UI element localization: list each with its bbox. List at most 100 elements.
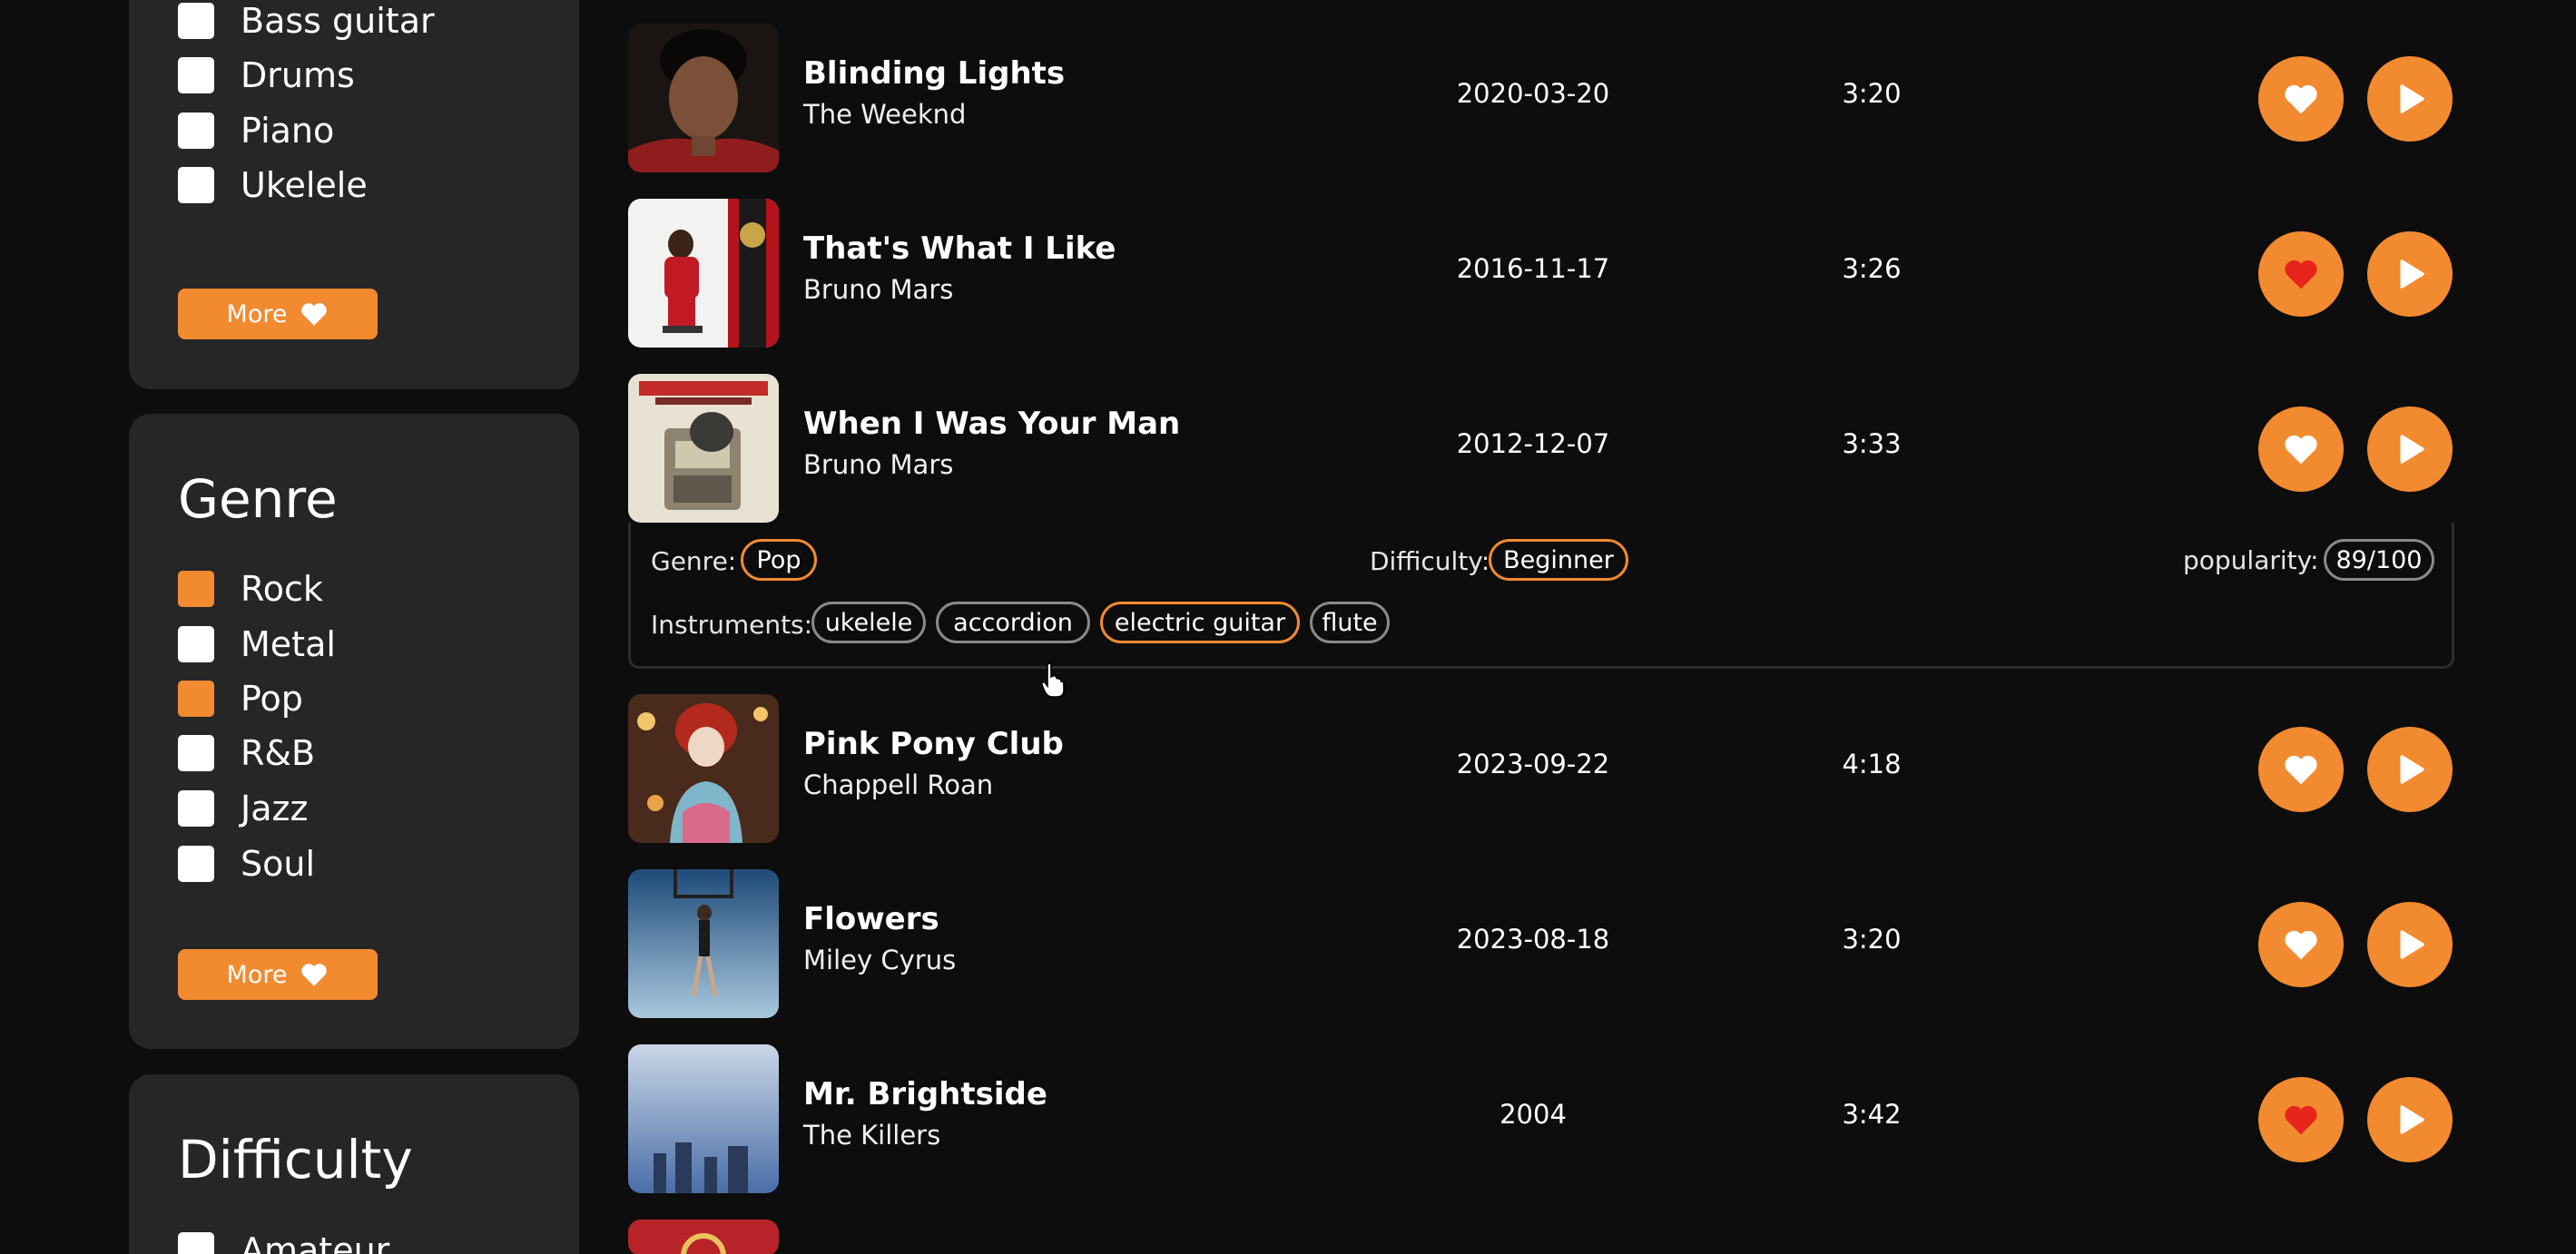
like-button[interactable] bbox=[2258, 407, 2344, 492]
heart-icon bbox=[2285, 435, 2317, 465]
song-row[interactable]: Blinding Lights The Weeknd 2020-03-20 3:… bbox=[628, 22, 2453, 174]
filter-option-bass-guitar[interactable]: Bass guitar bbox=[178, 0, 435, 48]
play-button[interactable] bbox=[2367, 1077, 2453, 1162]
popularity-value-text: 89/100 bbox=[2335, 545, 2423, 574]
instrument-tag-ukelele[interactable]: ukelele bbox=[811, 602, 926, 643]
genre-tag[interactable]: Pop bbox=[741, 539, 817, 581]
song-release-date: 2023-08-18 bbox=[1456, 924, 1610, 955]
genre-filter-panel: Genre Rock Metal Pop R&B Jazz Soul More bbox=[129, 414, 579, 1049]
album-cover bbox=[628, 1220, 779, 1254]
checkbox[interactable] bbox=[178, 1232, 214, 1254]
filter-option-label: Pop bbox=[241, 679, 303, 719]
play-button[interactable] bbox=[2367, 231, 2453, 317]
song-release-date: 2004 bbox=[1499, 1099, 1567, 1130]
filter-option-label: Piano bbox=[241, 111, 335, 151]
filter-option-soul[interactable]: Soul bbox=[178, 837, 315, 891]
filter-option-ukelele[interactable]: Ukelele bbox=[178, 158, 368, 212]
checkbox[interactable] bbox=[178, 571, 214, 607]
heart-icon bbox=[2285, 84, 2317, 114]
filter-option-drums[interactable]: Drums bbox=[178, 48, 355, 103]
song-artist[interactable]: Bruno Mars bbox=[803, 274, 953, 305]
panel-title: Difficulty bbox=[178, 1129, 413, 1190]
song-row[interactable]: When I Was Your Man Bruno Mars 2012-12-0… bbox=[628, 372, 2453, 524]
checkbox[interactable] bbox=[178, 846, 214, 882]
checkbox[interactable] bbox=[178, 3, 214, 39]
album-cover bbox=[628, 869, 779, 1018]
checkbox[interactable] bbox=[178, 790, 214, 827]
instrument-tag-text: electric guitar bbox=[1114, 608, 1286, 637]
song-release-date: 2020-03-20 bbox=[1456, 78, 1610, 109]
checkbox[interactable] bbox=[178, 626, 214, 662]
heart-icon bbox=[2285, 1105, 2317, 1135]
song-title[interactable]: Mr. Brightside bbox=[803, 1076, 1047, 1112]
play-icon bbox=[2400, 1105, 2424, 1134]
album-cover bbox=[628, 24, 779, 172]
filter-option-label: Soul bbox=[241, 844, 316, 884]
song-row[interactable]: That's What I Like Bruno Mars 2016-11-17… bbox=[628, 197, 2453, 349]
filter-option-pop[interactable]: Pop bbox=[178, 671, 303, 726]
filter-option-amateur[interactable]: Amateur bbox=[178, 1223, 389, 1254]
song-artist[interactable]: Bruno Mars bbox=[803, 449, 953, 480]
instrument-tag-text: ukelele bbox=[824, 608, 913, 637]
checkbox[interactable] bbox=[178, 681, 214, 717]
like-button[interactable] bbox=[2258, 56, 2344, 142]
difficulty-tag[interactable]: Beginner bbox=[1489, 539, 1628, 581]
play-button[interactable] bbox=[2367, 727, 2453, 812]
song-artist[interactable]: Chappell Roan bbox=[803, 769, 993, 800]
song-artist[interactable]: Miley Cyrus bbox=[803, 945, 956, 975]
like-button[interactable] bbox=[2258, 727, 2344, 812]
song-artist[interactable]: The Killers bbox=[803, 1120, 940, 1151]
checkbox[interactable] bbox=[178, 57, 214, 93]
song-release-date: 2023-09-22 bbox=[1456, 749, 1610, 779]
song-row[interactable]: Flowers Miley Cyrus 2023-08-18 3:20 bbox=[628, 867, 2453, 1020]
play-button[interactable] bbox=[2367, 902, 2453, 987]
instrument-tag-flute[interactable]: flute bbox=[1310, 602, 1390, 643]
filter-option-piano[interactable]: Piano bbox=[178, 103, 334, 158]
instrument-tag-electric-guitar[interactable]: electric guitar bbox=[1100, 602, 1300, 643]
song-duration: 3:33 bbox=[1842, 428, 1902, 459]
more-button[interactable]: More bbox=[178, 289, 378, 339]
song-title[interactable]: Flowers bbox=[803, 901, 939, 937]
album-cover bbox=[628, 694, 779, 843]
filter-option-metal[interactable]: Metal bbox=[178, 617, 336, 671]
song-title[interactable]: Pink Pony Club bbox=[803, 726, 1064, 762]
heart-icon bbox=[2285, 260, 2317, 289]
hand-cursor-icon bbox=[1040, 662, 1066, 702]
instrument-filter-panel: Bass guitar Drums Piano Ukelele More bbox=[129, 0, 579, 389]
album-cover bbox=[628, 199, 779, 348]
difficulty-filter-panel: Difficulty Amateur bbox=[129, 1074, 579, 1254]
genre-label: Genre: bbox=[651, 546, 737, 576]
filter-option-jazz[interactable]: Jazz bbox=[178, 781, 308, 836]
song-artist[interactable]: The Weeknd bbox=[803, 99, 966, 130]
checkbox[interactable] bbox=[178, 735, 214, 771]
filter-option-label: Rock bbox=[241, 569, 323, 609]
album-cover bbox=[628, 374, 779, 523]
checkbox[interactable] bbox=[178, 167, 214, 203]
play-icon bbox=[2400, 930, 2424, 959]
play-button[interactable] bbox=[2367, 56, 2453, 142]
song-title[interactable]: When I Was Your Man bbox=[803, 406, 1180, 442]
play-button[interactable] bbox=[2367, 407, 2453, 492]
filter-option-rock[interactable]: Rock bbox=[178, 562, 323, 616]
song-row[interactable]: Pink Pony Club Chappell Roan 2023-09-22 … bbox=[628, 692, 2453, 845]
difficulty-label: Difficulty: bbox=[1370, 546, 1490, 576]
song-duration: 3:20 bbox=[1842, 924, 1902, 955]
song-duration: 3:20 bbox=[1842, 78, 1902, 109]
song-duration: 3:26 bbox=[1842, 253, 1902, 284]
song-release-date: 2016-11-17 bbox=[1456, 253, 1610, 284]
play-icon bbox=[2400, 755, 2424, 784]
like-button[interactable] bbox=[2258, 231, 2344, 317]
filter-option-label: Drums bbox=[241, 55, 355, 95]
song-title[interactable]: That's What I Like bbox=[803, 230, 1116, 267]
more-button[interactable]: More bbox=[178, 949, 378, 1000]
song-row[interactable] bbox=[628, 1218, 2453, 1254]
checkbox[interactable] bbox=[178, 113, 214, 149]
instrument-tag-accordion[interactable]: accordion bbox=[936, 602, 1090, 643]
song-row[interactable]: Mr. Brightside The Killers 2004 3:42 bbox=[628, 1043, 2453, 1195]
song-title[interactable]: Blinding Lights bbox=[803, 55, 1065, 92]
like-button[interactable] bbox=[2258, 1077, 2344, 1162]
filter-option-rnb[interactable]: R&B bbox=[178, 726, 315, 780]
panel-title: Genre bbox=[178, 468, 338, 530]
filter-option-label: Bass guitar bbox=[241, 1, 435, 41]
like-button[interactable] bbox=[2258, 902, 2344, 987]
